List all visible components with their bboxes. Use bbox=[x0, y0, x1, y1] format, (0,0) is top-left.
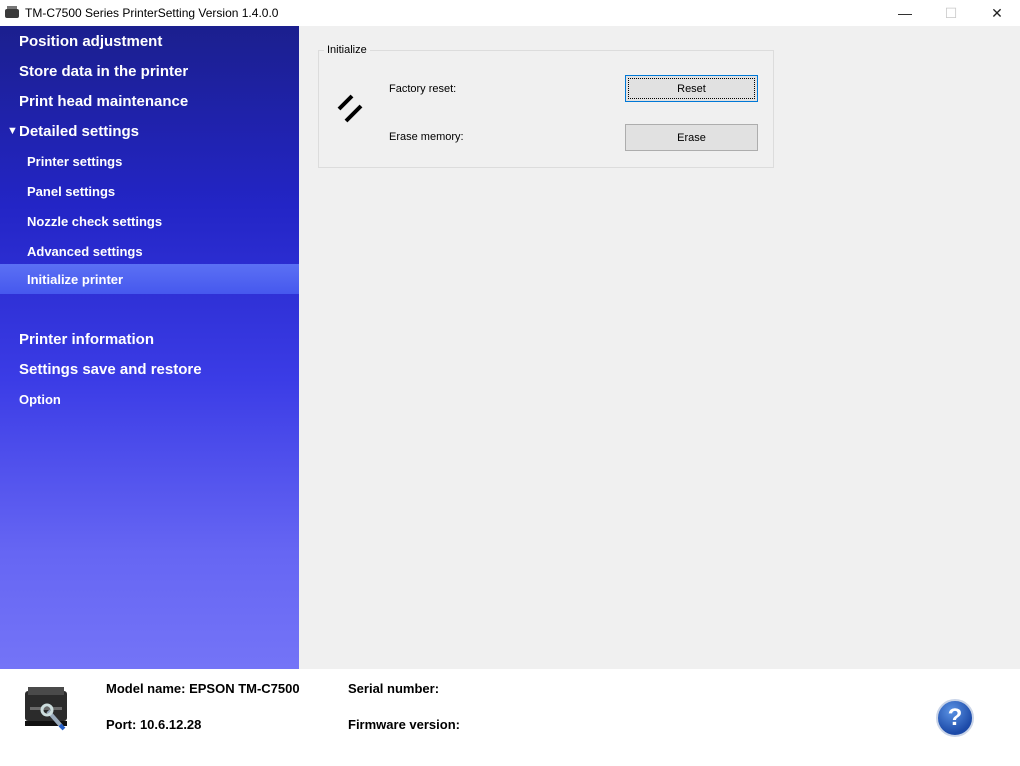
printer-wrench-icon bbox=[25, 687, 67, 731]
sidebar-item-printer-settings[interactable]: Printer settings bbox=[0, 146, 299, 176]
sidebar-item-nozzle-check-settings[interactable]: Nozzle check settings bbox=[0, 206, 299, 236]
port: Port: 10.6.12.28 bbox=[106, 717, 202, 732]
reset-slashes-icon bbox=[337, 94, 363, 123]
title-bar: TM-C7500 Series PrinterSetting Version 1… bbox=[0, 0, 1020, 26]
printer-info-footer: Model name: EPSON TM-C7500 Port: 10.6.12… bbox=[0, 669, 1020, 766]
sidebar-item-detailed-settings[interactable]: ▼ Detailed settings bbox=[0, 116, 299, 146]
model-name: Model name: EPSON TM-C7500 bbox=[106, 681, 300, 696]
maximize-button[interactable]: ☐ bbox=[928, 0, 974, 26]
sidebar-item-position-adjustment[interactable]: Position adjustment bbox=[0, 26, 299, 56]
erase-memory-label: Erase memory: bbox=[389, 131, 464, 143]
collapse-triangle-icon: ▼ bbox=[7, 125, 18, 137]
help-icon[interactable]: ? bbox=[936, 699, 974, 737]
close-button[interactable]: ✕ bbox=[974, 0, 1020, 26]
erase-button[interactable]: Erase bbox=[625, 124, 758, 151]
initialize-group: Initialize Factory reset: Reset Erase me… bbox=[318, 44, 774, 168]
window-title: TM-C7500 Series PrinterSetting Version 1… bbox=[25, 6, 279, 20]
sidebar-item-panel-settings[interactable]: Panel settings bbox=[0, 176, 299, 206]
sidebar-item-printer-information[interactable]: Printer information bbox=[0, 324, 299, 354]
sidebar-item-initialize-printer[interactable]: Initialize printer bbox=[0, 264, 299, 294]
sidebar-item-settings-save-restore[interactable]: Settings save and restore bbox=[0, 354, 299, 384]
sidebar-nav: Position adjustment Store data in the pr… bbox=[0, 26, 299, 669]
initialize-group-title: Initialize bbox=[324, 44, 370, 56]
main-content: Initialize Factory reset: Reset Erase me… bbox=[299, 26, 1020, 669]
sidebar-item-print-head-maintenance[interactable]: Print head maintenance bbox=[0, 86, 299, 116]
window-controls: — ☐ ✕ bbox=[882, 0, 1020, 26]
sidebar-item-option[interactable]: Option bbox=[0, 384, 299, 414]
firmware-version: Firmware version: bbox=[348, 717, 460, 732]
sidebar-item-advanced-settings[interactable]: Advanced settings bbox=[0, 236, 299, 266]
sidebar-item-store-data[interactable]: Store data in the printer bbox=[0, 56, 299, 86]
reset-button[interactable]: Reset bbox=[625, 75, 758, 102]
serial-number: Serial number: bbox=[348, 681, 440, 696]
minimize-button[interactable]: — bbox=[882, 0, 928, 26]
printer-app-icon bbox=[4, 6, 20, 20]
factory-reset-label: Factory reset: bbox=[389, 83, 457, 95]
